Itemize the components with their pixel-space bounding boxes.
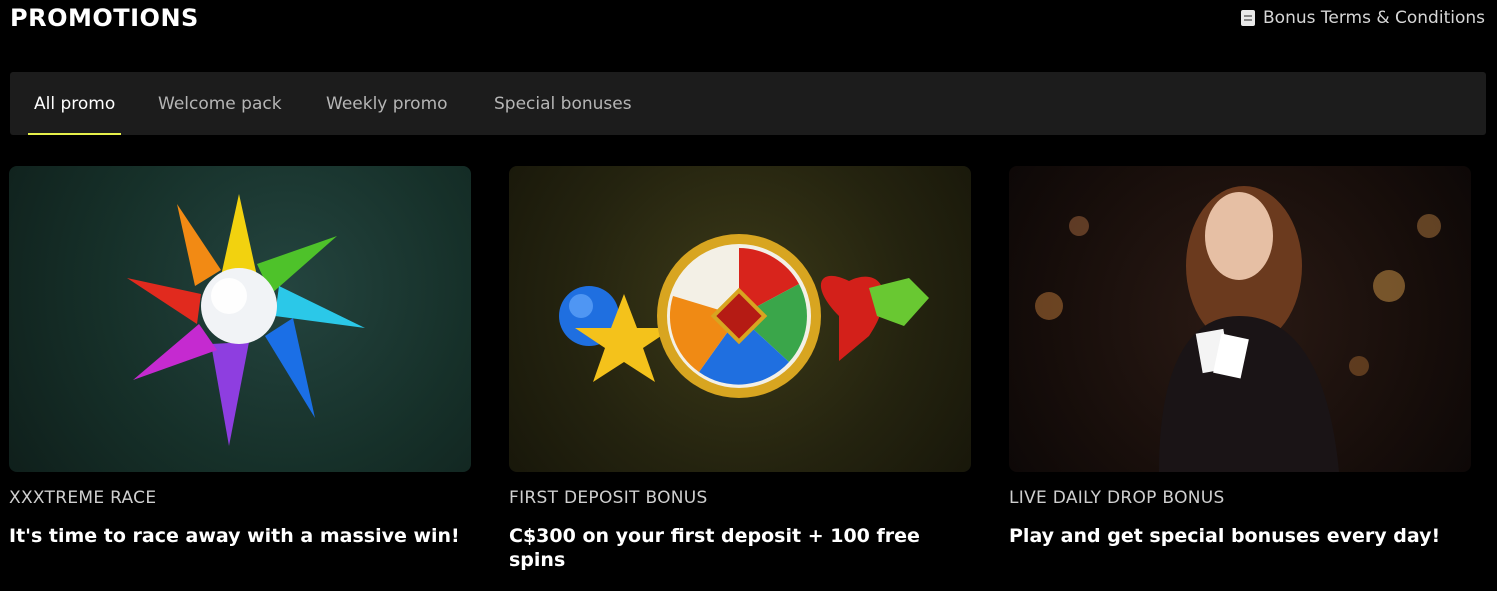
tab-special-bonuses[interactable]: Special bonuses bbox=[488, 72, 638, 135]
tab-welcome-pack[interactable]: Welcome pack bbox=[152, 72, 288, 135]
promo-tabs: All promo Welcome pack Weekly promo Spec… bbox=[10, 72, 1486, 135]
card-category: LIVE DAILY DROP BONUS bbox=[1009, 488, 1225, 508]
card-category: FIRST DEPOSIT BONUS bbox=[509, 488, 708, 508]
tab-weekly-promo[interactable]: Weekly promo bbox=[320, 72, 454, 135]
document-icon bbox=[1241, 10, 1256, 26]
tab-all-promo[interactable]: All promo bbox=[28, 72, 122, 135]
card-description: Play and get special bonuses every day! bbox=[1009, 525, 1441, 547]
promo-card-xxxtreme-race[interactable]: XXXTREME RACE It's time to race away wit… bbox=[9, 166, 471, 548]
gem-star-image[interactable] bbox=[9, 166, 471, 472]
promo-card-live-daily-drop[interactable]: LIVE DAILY DROP BONUS Play and get speci… bbox=[1009, 166, 1471, 548]
card-description: C$300 on your first deposit + 100 free s… bbox=[509, 525, 920, 571]
page-title: PROMOTIONS bbox=[10, 4, 199, 32]
bonus-terms-link[interactable]: Bonus Terms & Conditions bbox=[1241, 8, 1485, 28]
bonus-terms-label: Bonus Terms & Conditions bbox=[1263, 8, 1485, 28]
card-category: XXXTREME RACE bbox=[9, 488, 157, 508]
card-description: It's time to race away with a massive wi… bbox=[9, 525, 460, 547]
gem-flower-image[interactable] bbox=[509, 166, 971, 472]
promo-card-first-deposit[interactable]: FIRST DEPOSIT BONUS C$300 on your first … bbox=[509, 166, 971, 572]
woman-holding-cards-image[interactable] bbox=[1009, 166, 1471, 472]
